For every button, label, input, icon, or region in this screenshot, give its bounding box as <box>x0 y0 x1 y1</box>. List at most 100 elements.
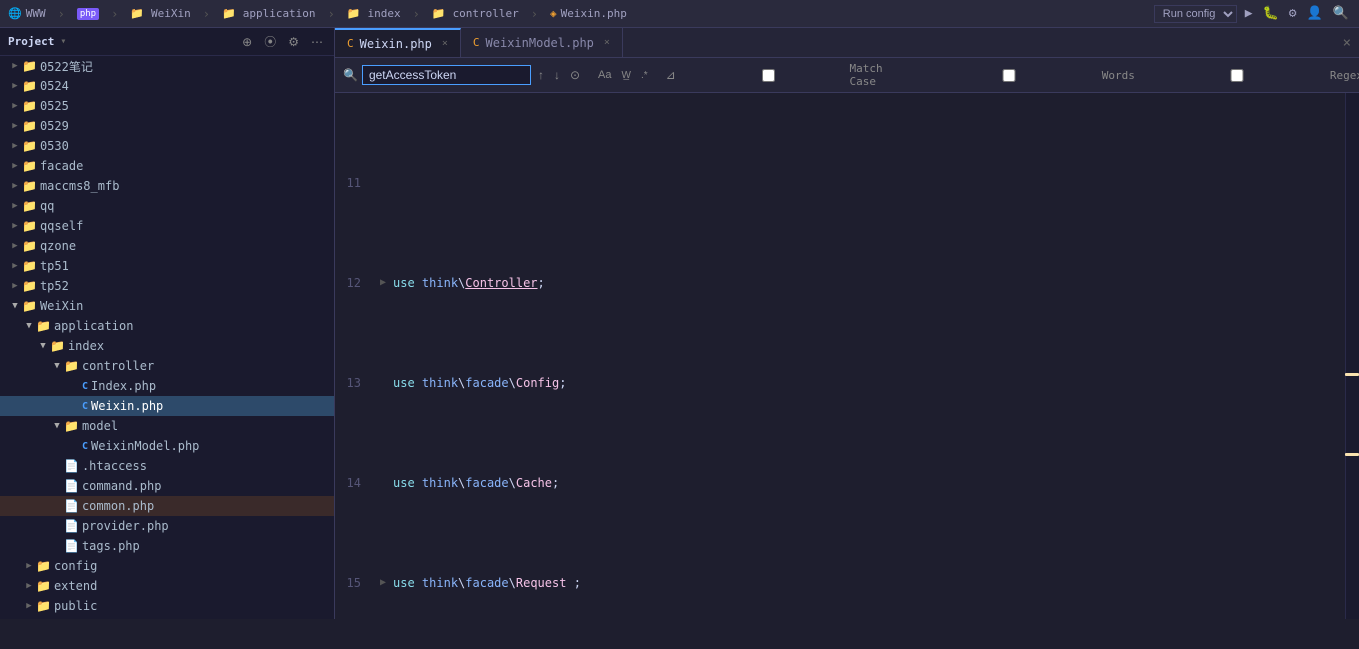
tree-item-weixin[interactable]: ▼ 📁 WeiXin <box>0 296 334 316</box>
folder-icon-3: 📁 <box>347 7 361 20</box>
folder-icon-4: 📁 <box>432 7 446 20</box>
tree-item[interactable]: ▶ 📁 qq <box>0 196 334 216</box>
tree-item-weixin-php[interactable]: C Weixin.php <box>0 396 334 416</box>
line-13: 13 use think\facade\Config; <box>339 373 1345 393</box>
gutter-match-2 <box>1345 453 1359 456</box>
topbar-weixin[interactable]: 📁 WeiXin <box>130 7 190 20</box>
tab-weixin-php[interactable]: C Weixin.php × <box>335 28 461 57</box>
sidebar-more-btn[interactable]: ⋯ <box>308 31 326 52</box>
php-file-icon: C <box>82 381 88 392</box>
tree-item[interactable]: ▶ 📁 tp52 <box>0 276 334 296</box>
folder-icon-2: 📁 <box>222 7 236 20</box>
tree-item[interactable]: ▶ 📁 0525 <box>0 96 334 116</box>
tree-item[interactable]: ▶ 📁 tp51 <box>0 256 334 276</box>
collapse-15[interactable]: ▶ <box>373 573 393 593</box>
collapse-12[interactable]: ▶ <box>373 273 393 293</box>
folder-icon: 📁 <box>22 79 37 93</box>
close-tab-1[interactable]: × <box>442 38 448 49</box>
arrow-icon: ▶ <box>8 81 22 91</box>
tree-item-common[interactable]: 📄 common.php <box>0 496 334 516</box>
tree-item-command[interactable]: 📄 command.php <box>0 476 334 496</box>
folder-icon: 📁 <box>50 339 65 353</box>
search-word-btn[interactable]: W̲ <box>618 68 633 83</box>
debug-icon[interactable]: 🐛 <box>1261 4 1281 23</box>
topbar-www[interactable]: 🌐 WWW <box>8 7 46 20</box>
tree-item-weixin-model[interactable]: C WeixinModel.php <box>0 436 334 456</box>
close-editor-icon[interactable]: × <box>1343 35 1351 51</box>
folder-icon: 📁 <box>22 59 37 73</box>
arrow-icon: ▶ <box>22 581 36 591</box>
arrow-icon: ▶ <box>8 61 22 71</box>
tree-item-htaccess[interactable]: 📄 .htaccess <box>0 456 334 476</box>
topbar-controller[interactable]: 📁 controller <box>432 7 519 20</box>
tree-item[interactable]: ▶ 📁 qqself <box>0 216 334 236</box>
tree-item[interactable]: ▶ 📁 0530 <box>0 136 334 156</box>
tree-item-public[interactable]: ▶ 📁 public <box>0 596 334 616</box>
match-case-checkbox[interactable] <box>691 69 847 82</box>
settings-icon[interactable]: ⚙ <box>1287 4 1299 23</box>
arrow-icon: ▶ <box>8 141 22 151</box>
tree-item[interactable]: ▶ 📁 maccms8_mfb <box>0 176 334 196</box>
user-icon[interactable]: 👤 <box>1305 4 1325 23</box>
arrow-open-icon: ▼ <box>50 421 64 431</box>
project-label: Project <box>8 35 54 48</box>
topbar-php[interactable]: php <box>77 8 99 20</box>
file-gen-icon: 📄 <box>64 519 79 533</box>
tab-weixin-model[interactable]: C WeixinModel.php × <box>461 28 623 57</box>
tree-item-config[interactable]: ▶ 📁 config <box>0 556 334 576</box>
editor-content[interactable]: 11 12 ▶ use think\Controller; 13 use thi… <box>335 93 1359 619</box>
sidebar-settings-btn[interactable]: ⚙ <box>285 31 302 52</box>
tree-item[interactable]: ▶ 📁 qzone <box>0 236 334 256</box>
arrow-icon: ▶ <box>8 101 22 111</box>
file-gen-icon: 📄 <box>64 539 79 553</box>
folder-icon: 📁 <box>22 159 37 173</box>
line-14: 14 use think\facade\Cache; <box>339 473 1345 493</box>
tree-item-index[interactable]: ▼ 📁 index <box>0 336 334 356</box>
folder-icon: 📁 <box>64 419 79 433</box>
search-next-btn[interactable]: ↓ <box>551 66 563 84</box>
sidebar-locate-btn[interactable]: ⦿ <box>261 31 279 52</box>
folder-icon: 📁 <box>22 219 37 233</box>
words-option[interactable]: Words <box>919 69 1135 82</box>
php-icon: php <box>77 8 99 20</box>
topbar-file[interactable]: ◈ Weixin.php <box>550 7 627 20</box>
tree-item-provider[interactable]: 📄 provider.php <box>0 516 334 536</box>
tree-item-extend[interactable]: ▶ 📁 extend <box>0 576 334 596</box>
search-icon[interactable]: 🔍 <box>1331 4 1351 23</box>
sidebar-add-btn[interactable]: ⊕ <box>239 31 255 52</box>
tree-item[interactable]: ▶ 📁 0524 <box>0 76 334 96</box>
tree-item[interactable]: ▶ 📁 0529 <box>0 116 334 136</box>
words-checkbox[interactable] <box>919 69 1099 82</box>
search-filter-icon[interactable]: ⊿ <box>663 66 679 84</box>
tree-item-controller[interactable]: ▼ 📁 controller <box>0 356 334 376</box>
tree-item-tags[interactable]: 📄 tags.php <box>0 536 334 556</box>
arrow-icon: ▶ <box>8 181 22 191</box>
run-icon[interactable]: ▶ <box>1243 4 1255 23</box>
editor-area: C Weixin.php × C WeixinModel.php × × 🔍 ↑… <box>335 28 1359 619</box>
tree-item-model[interactable]: ▼ 📁 model <box>0 416 334 436</box>
run-config-dropdown[interactable]: Run config <box>1154 5 1237 23</box>
search-bar-icon: 🔍 <box>343 68 358 82</box>
folder-icon: 📁 <box>36 579 51 593</box>
line-15: 15 ▶ use think\facade\Request ; <box>339 573 1345 593</box>
line-12: 12 ▶ use think\Controller; <box>339 273 1345 293</box>
regex-checkbox[interactable] <box>1147 69 1327 82</box>
tree-item[interactable]: ▶ 📁 0522笔记 <box>0 56 334 76</box>
regex-option[interactable]: Regex <box>1147 69 1359 82</box>
tree-item[interactable]: ▶ 📁 facade <box>0 156 334 176</box>
tree-item-application[interactable]: ▼ 📁 application <box>0 316 334 336</box>
folder-icon: 📁 <box>36 559 51 573</box>
search-bar: 🔍 ↑ ↓ ⊙ Aa W̲ .* ⊿ Match Case Words Rege… <box>335 58 1359 93</box>
topbar-index[interactable]: 📁 index <box>347 7 401 20</box>
close-tab-2[interactable]: × <box>604 37 610 48</box>
search-find-usages-btn[interactable]: ⊙ <box>567 66 583 84</box>
topbar-application[interactable]: 📁 application <box>222 7 316 20</box>
search-regex-btn[interactable]: .* <box>638 68 651 83</box>
search-input[interactable] <box>362 65 531 85</box>
search-prev-btn[interactable]: ↑ <box>535 66 547 84</box>
match-case-option[interactable]: Match Case <box>691 62 907 88</box>
search-filter-btn[interactable]: Aa <box>595 67 614 83</box>
sidebar: Project ▾ ⊕ ⦿ ⚙ ⋯ ▶ 📁 0522笔记 ▶ 📁 0524 ▶ … <box>0 28 335 619</box>
folder-icon: 📁 <box>22 279 37 293</box>
tree-item-index-php[interactable]: C Index.php <box>0 376 334 396</box>
